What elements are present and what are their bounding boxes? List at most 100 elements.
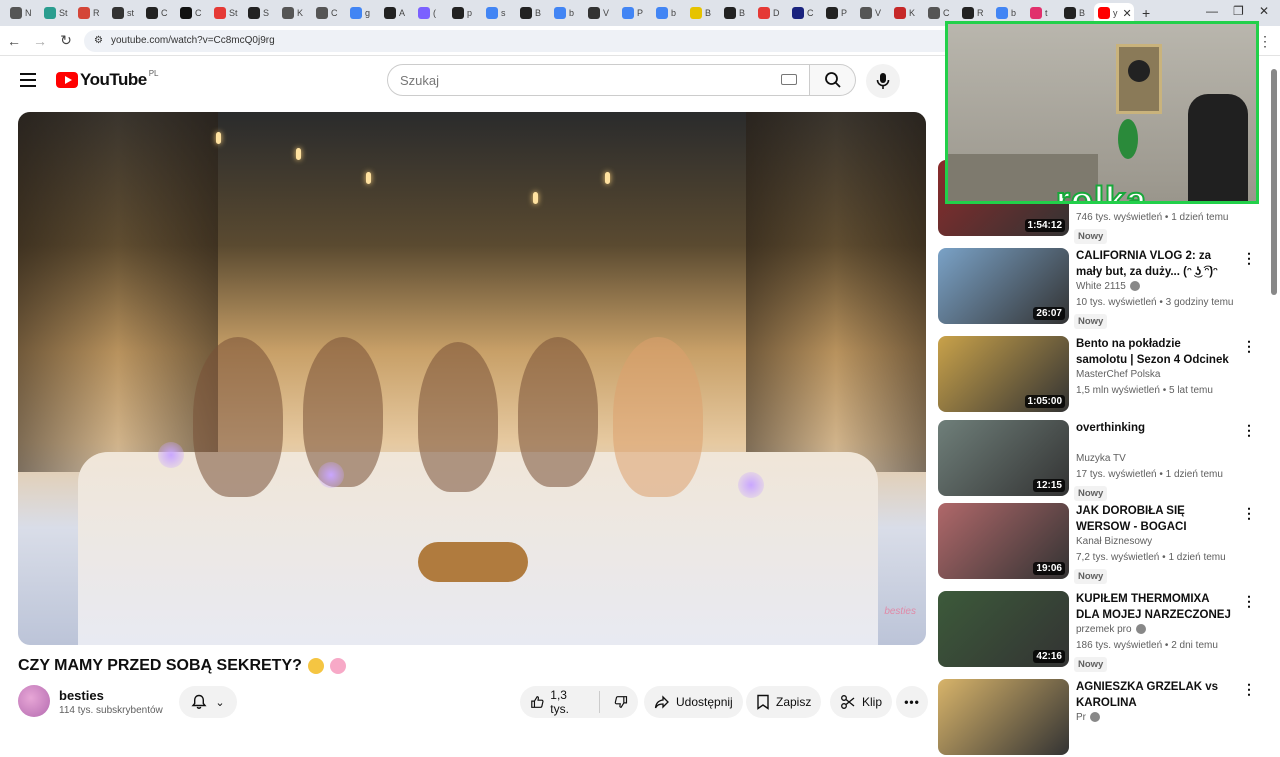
browser-tab[interactable]: K [890, 3, 924, 23]
thumbs-up-icon[interactable] [530, 694, 544, 710]
browser-tab[interactable]: b [652, 3, 686, 23]
video-duration: 26:07 [1033, 307, 1065, 320]
video-thumbnail[interactable]: 42:16 [938, 591, 1069, 667]
share-button[interactable]: Udostępnij [644, 686, 743, 718]
recommended-title[interactable]: CALIFORNIA VLOG 2: za mały but, za duży.… [1076, 248, 1234, 280]
close-tab-icon[interactable]: ✕ [1123, 7, 1132, 20]
close-window-icon[interactable]: ✕ [1259, 4, 1269, 18]
recommended-video[interactable]: 19:06 JAK DOROBIŁA SIĘ WERSOW - BOGACI RO… [938, 503, 1268, 584]
video-thumbnail[interactable] [938, 679, 1069, 755]
recommended-video[interactable]: 1:05:00 Bento na pokładzie samolotu | Sez… [938, 336, 1268, 414]
browser-tab[interactable]: g [346, 3, 380, 23]
browser-tab[interactable]: P [822, 3, 856, 23]
search-button[interactable] [810, 64, 856, 96]
scrollbar-thumb[interactable] [1271, 69, 1277, 295]
like-count[interactable]: 1,3 tys. [550, 688, 585, 716]
recommended-channel[interactable]: Kanał Biznesowy [1076, 536, 1152, 547]
browser-tab[interactable]: St [40, 3, 74, 23]
browser-tab[interactable]: b [992, 3, 1026, 23]
recommended-channel[interactable]: Muzyka TV [1076, 453, 1126, 464]
save-button[interactable]: Zapisz [746, 686, 822, 718]
recommended-channel[interactable]: Pr [1076, 712, 1100, 723]
subscription-bell-button[interactable]: ⌄ [179, 686, 237, 718]
browser-tab[interactable]: K [278, 3, 312, 23]
browser-tab[interactable]: ( [414, 3, 448, 23]
browser-tab[interactable]: b [550, 3, 584, 23]
keyboard-icon[interactable] [781, 74, 797, 85]
browser-tab[interactable]: B [516, 3, 550, 23]
browser-tab[interactable]: C [788, 3, 822, 23]
recommended-channel[interactable]: przemek pro [1076, 624, 1146, 635]
recommended-title[interactable]: JAK DOROBIŁA SIĘ WERSOW - BOGACI RODZICE… [1076, 503, 1234, 535]
browser-tab[interactable]: st [108, 3, 142, 23]
youtube-logo[interactable]: YouTube PL [56, 69, 159, 90]
more-options-icon[interactable]: ⋮ [1242, 422, 1256, 439]
recommended-title[interactable]: AGNIESZKA GRZELAK vs KAROLINA PAJĄCZKOWS… [1076, 679, 1234, 711]
browser-tab-active[interactable]: y ✕ [1094, 3, 1134, 23]
back-icon[interactable]: ← [2, 33, 26, 49]
tab-label: B [739, 8, 746, 18]
more-options-icon[interactable]: ⋮ [1242, 250, 1256, 267]
recommended-title[interactable]: overthinking [1076, 420, 1234, 436]
browser-tab[interactable]: B [686, 3, 720, 23]
browser-tab[interactable]: t [1026, 3, 1060, 23]
browser-tab[interactable]: St [210, 3, 244, 23]
browser-tab[interactable]: N [6, 3, 40, 23]
clip-button[interactable]: Klip [830, 686, 893, 718]
browser-tab[interactable]: B [720, 3, 754, 23]
video-thumbnail[interactable]: 12:15 [938, 420, 1069, 496]
new-tab-button[interactable]: + [1142, 5, 1150, 21]
video-thumbnail[interactable]: 19:06 [938, 503, 1069, 579]
chevron-down-icon: ⌄ [215, 696, 225, 709]
recommended-video[interactable]: AGNIESZKA GRZELAK vs KAROLINA PAJĄCZKOWS… [938, 679, 1268, 757]
video-duration: 1:05:00 [1024, 395, 1065, 408]
forward-icon[interactable]: → [28, 33, 52, 49]
recommended-channel[interactable]: MasterChef Polska [1076, 369, 1160, 380]
person [193, 337, 283, 497]
more-options-icon[interactable]: ⋮ [1242, 338, 1256, 355]
webcam-overlay: rolka [945, 21, 1259, 204]
restore-icon[interactable]: ❐ [1233, 4, 1244, 18]
menu-icon[interactable] [20, 73, 36, 87]
browser-tab[interactable]: s [482, 3, 516, 23]
recommended-title[interactable]: KUPIŁEM THERMOMIXA DLA MOJEJ NARZECZONEJ… [1076, 591, 1234, 623]
site-info-icon[interactable]: ⚙ [94, 35, 103, 46]
browser-tab[interactable]: D [754, 3, 788, 23]
browser-tab[interactable]: C [142, 3, 176, 23]
more-options-icon[interactable]: ⋮ [1242, 681, 1256, 698]
recommended-video[interactable]: 26:07 CALIFORNIA VLOG 2: za mały but, za … [938, 248, 1268, 329]
minimize-icon[interactable]: — [1206, 4, 1218, 18]
channel-avatar[interactable] [18, 685, 50, 717]
recommended-video[interactable]: 42:16 KUPIŁEM THERMOMIXA DLA MOJEJ NARZEC… [938, 591, 1268, 672]
browser-menu-icon[interactable]: ⋮ [1258, 33, 1272, 50]
browser-tab[interactable]: B [1060, 3, 1094, 23]
browser-tab[interactable]: V [856, 3, 890, 23]
browser-tab[interactable]: C [924, 3, 958, 23]
thumbs-down-icon[interactable] [614, 694, 628, 710]
browser-tab[interactable]: V [584, 3, 618, 23]
recommended-title[interactable]: Bento na pokładzie samolotu | Sezon 4 Od… [1076, 336, 1234, 368]
url-field[interactable]: ⚙ youtube.com/watch?v=Cc8mcQ0j9rg [84, 29, 954, 52]
browser-tab[interactable]: R [958, 3, 992, 23]
video-thumbnail[interactable]: 1:05:00 [938, 336, 1069, 412]
browser-tab[interactable]: p [448, 3, 482, 23]
search-input[interactable]: Szukaj [387, 64, 810, 96]
browser-tab[interactable]: A [380, 3, 414, 23]
more-options-icon[interactable]: ⋮ [1242, 593, 1256, 610]
recommended-video[interactable]: 12:15 overthinking Muzyka TV 17 tys. wyświe… [938, 420, 1268, 501]
reload-icon[interactable]: ↻ [54, 32, 78, 49]
browser-tab[interactable]: C [176, 3, 210, 23]
more-actions-button[interactable]: ••• [896, 686, 928, 718]
browser-tab[interactable]: S [244, 3, 278, 23]
channel-name[interactable]: besties [59, 688, 104, 703]
page-scrollbar[interactable] [1270, 57, 1278, 720]
video-player[interactable]: besties [18, 112, 926, 645]
recommended-channel[interactable]: White 2115 [1076, 281, 1140, 292]
more-options-icon[interactable]: ⋮ [1242, 505, 1256, 522]
browser-tab[interactable]: P [618, 3, 652, 23]
browser-tab[interactable]: C [312, 3, 346, 23]
tab-favicon-icon [418, 7, 430, 19]
browser-tab[interactable]: R [74, 3, 108, 23]
video-thumbnail[interactable]: 26:07 [938, 248, 1069, 324]
voice-search-button[interactable] [866, 64, 900, 98]
